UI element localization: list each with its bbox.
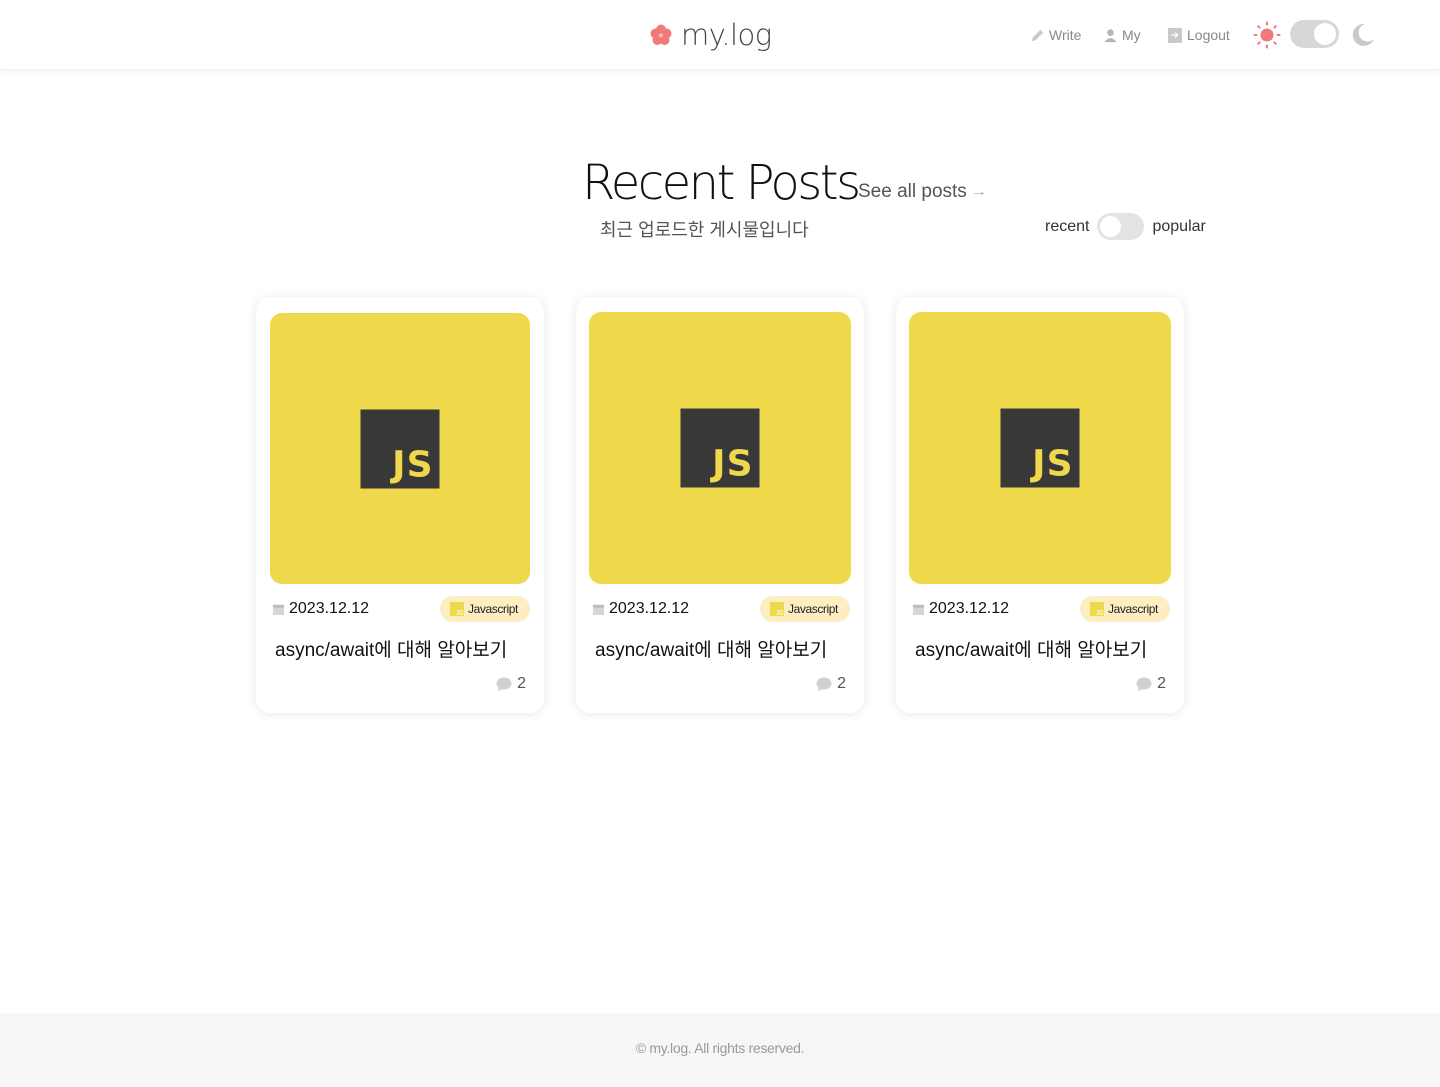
logout-icon — [1168, 28, 1182, 43]
calendar-icon — [592, 604, 605, 615]
theme-toggle[interactable] — [1290, 20, 1339, 48]
category-tag[interactable]: JS Javascript — [439, 596, 530, 622]
post-card[interactable]: JS 2023.12.12 JS Javascript async/await에… — [576, 297, 864, 713]
site-footer: © my.log. All rights reserved. — [0, 1013, 1440, 1087]
top-header: my.log Write My Logout — [0, 0, 1440, 69]
section-title: Recent Posts — [582, 155, 861, 211]
post-date-text: 2023.12.12 — [929, 600, 1010, 617]
my-link[interactable]: My — [1103, 27, 1141, 43]
comment-icon — [496, 677, 512, 691]
see-all-posts-link[interactable]: See all posts → — [858, 181, 987, 203]
post-date: 2023.12.12 — [912, 600, 1009, 618]
post-date: 2023.12.12 — [272, 600, 369, 618]
sort-recent-label[interactable]: recent — [1045, 218, 1089, 236]
section-subtitle: 최근 업로드한 게시물입니다 — [600, 220, 809, 240]
comment-count: 2 — [1136, 675, 1166, 693]
flower-icon — [650, 24, 672, 45]
see-all-label: See all posts — [858, 181, 967, 202]
category-tag[interactable]: JS Javascript — [759, 596, 850, 622]
sort-switch: recent popular — [1045, 213, 1206, 240]
comment-count-text: 2 — [1157, 675, 1166, 692]
footer-copyright: © my.log. All rights reserved. — [635, 1040, 805, 1056]
logo-text: my.log — [681, 18, 772, 52]
arrow-right-icon: → — [970, 183, 987, 200]
user-icon — [1104, 28, 1117, 42]
comment-count-text: 2 — [837, 675, 846, 692]
comment-count: 2 — [816, 675, 846, 693]
js-logo-icon: JS — [360, 409, 440, 488]
calendar-icon — [912, 604, 925, 615]
post-title[interactable]: async/await에 대해 알아보기 — [275, 635, 507, 662]
pencil-icon — [1031, 29, 1044, 41]
js-logo-icon: JS — [1000, 408, 1080, 488]
post-thumbnail: JS — [909, 312, 1171, 584]
post-thumbnail: JS — [589, 312, 851, 584]
js-tag-icon: JS — [449, 602, 464, 617]
post-date-text: 2023.12.12 — [609, 600, 690, 617]
category-tag-label: Javascript — [787, 602, 838, 616]
category-tag-label: Javascript — [1107, 602, 1158, 616]
write-label: Write — [1049, 27, 1082, 43]
post-date: 2023.12.12 — [592, 600, 689, 618]
comment-icon — [816, 677, 832, 691]
js-logo-icon: JS — [680, 408, 760, 488]
comment-count-text: 2 — [517, 675, 526, 692]
comment-icon — [1136, 677, 1152, 691]
calendar-icon — [272, 604, 285, 615]
post-thumbnail: JS — [270, 313, 530, 584]
my-label: My — [1122, 27, 1141, 43]
sort-toggle[interactable] — [1097, 213, 1145, 240]
js-tag-icon: JS — [1089, 602, 1104, 617]
logout-label: Logout — [1187, 27, 1230, 43]
site-logo[interactable]: my.log — [649, 18, 772, 52]
post-title[interactable]: async/await에 대해 알아보기 — [915, 635, 1147, 662]
category-tag-label: Javascript — [467, 602, 518, 616]
write-link[interactable]: Write — [1030, 27, 1081, 43]
post-date-text: 2023.12.12 — [289, 600, 370, 617]
logout-link[interactable]: Logout — [1167, 27, 1230, 43]
comment-count: 2 — [496, 675, 526, 693]
theme-toggle-knob — [1314, 23, 1336, 45]
post-card[interactable]: JS 2023.12.12 JS Javascript async/await에… — [896, 297, 1184, 713]
moon-icon[interactable] — [1348, 21, 1376, 49]
post-title[interactable]: async/await에 대해 알아보기 — [595, 635, 827, 662]
sun-icon[interactable] — [1253, 21, 1281, 49]
sort-popular-label[interactable]: popular — [1152, 218, 1205, 236]
js-tag-icon: JS — [769, 602, 784, 617]
post-card[interactable]: JS 2023.12.12 JS Javascript async/await에… — [256, 297, 544, 713]
sort-toggle-knob — [1100, 216, 1122, 237]
category-tag[interactable]: JS Javascript — [1079, 596, 1170, 622]
